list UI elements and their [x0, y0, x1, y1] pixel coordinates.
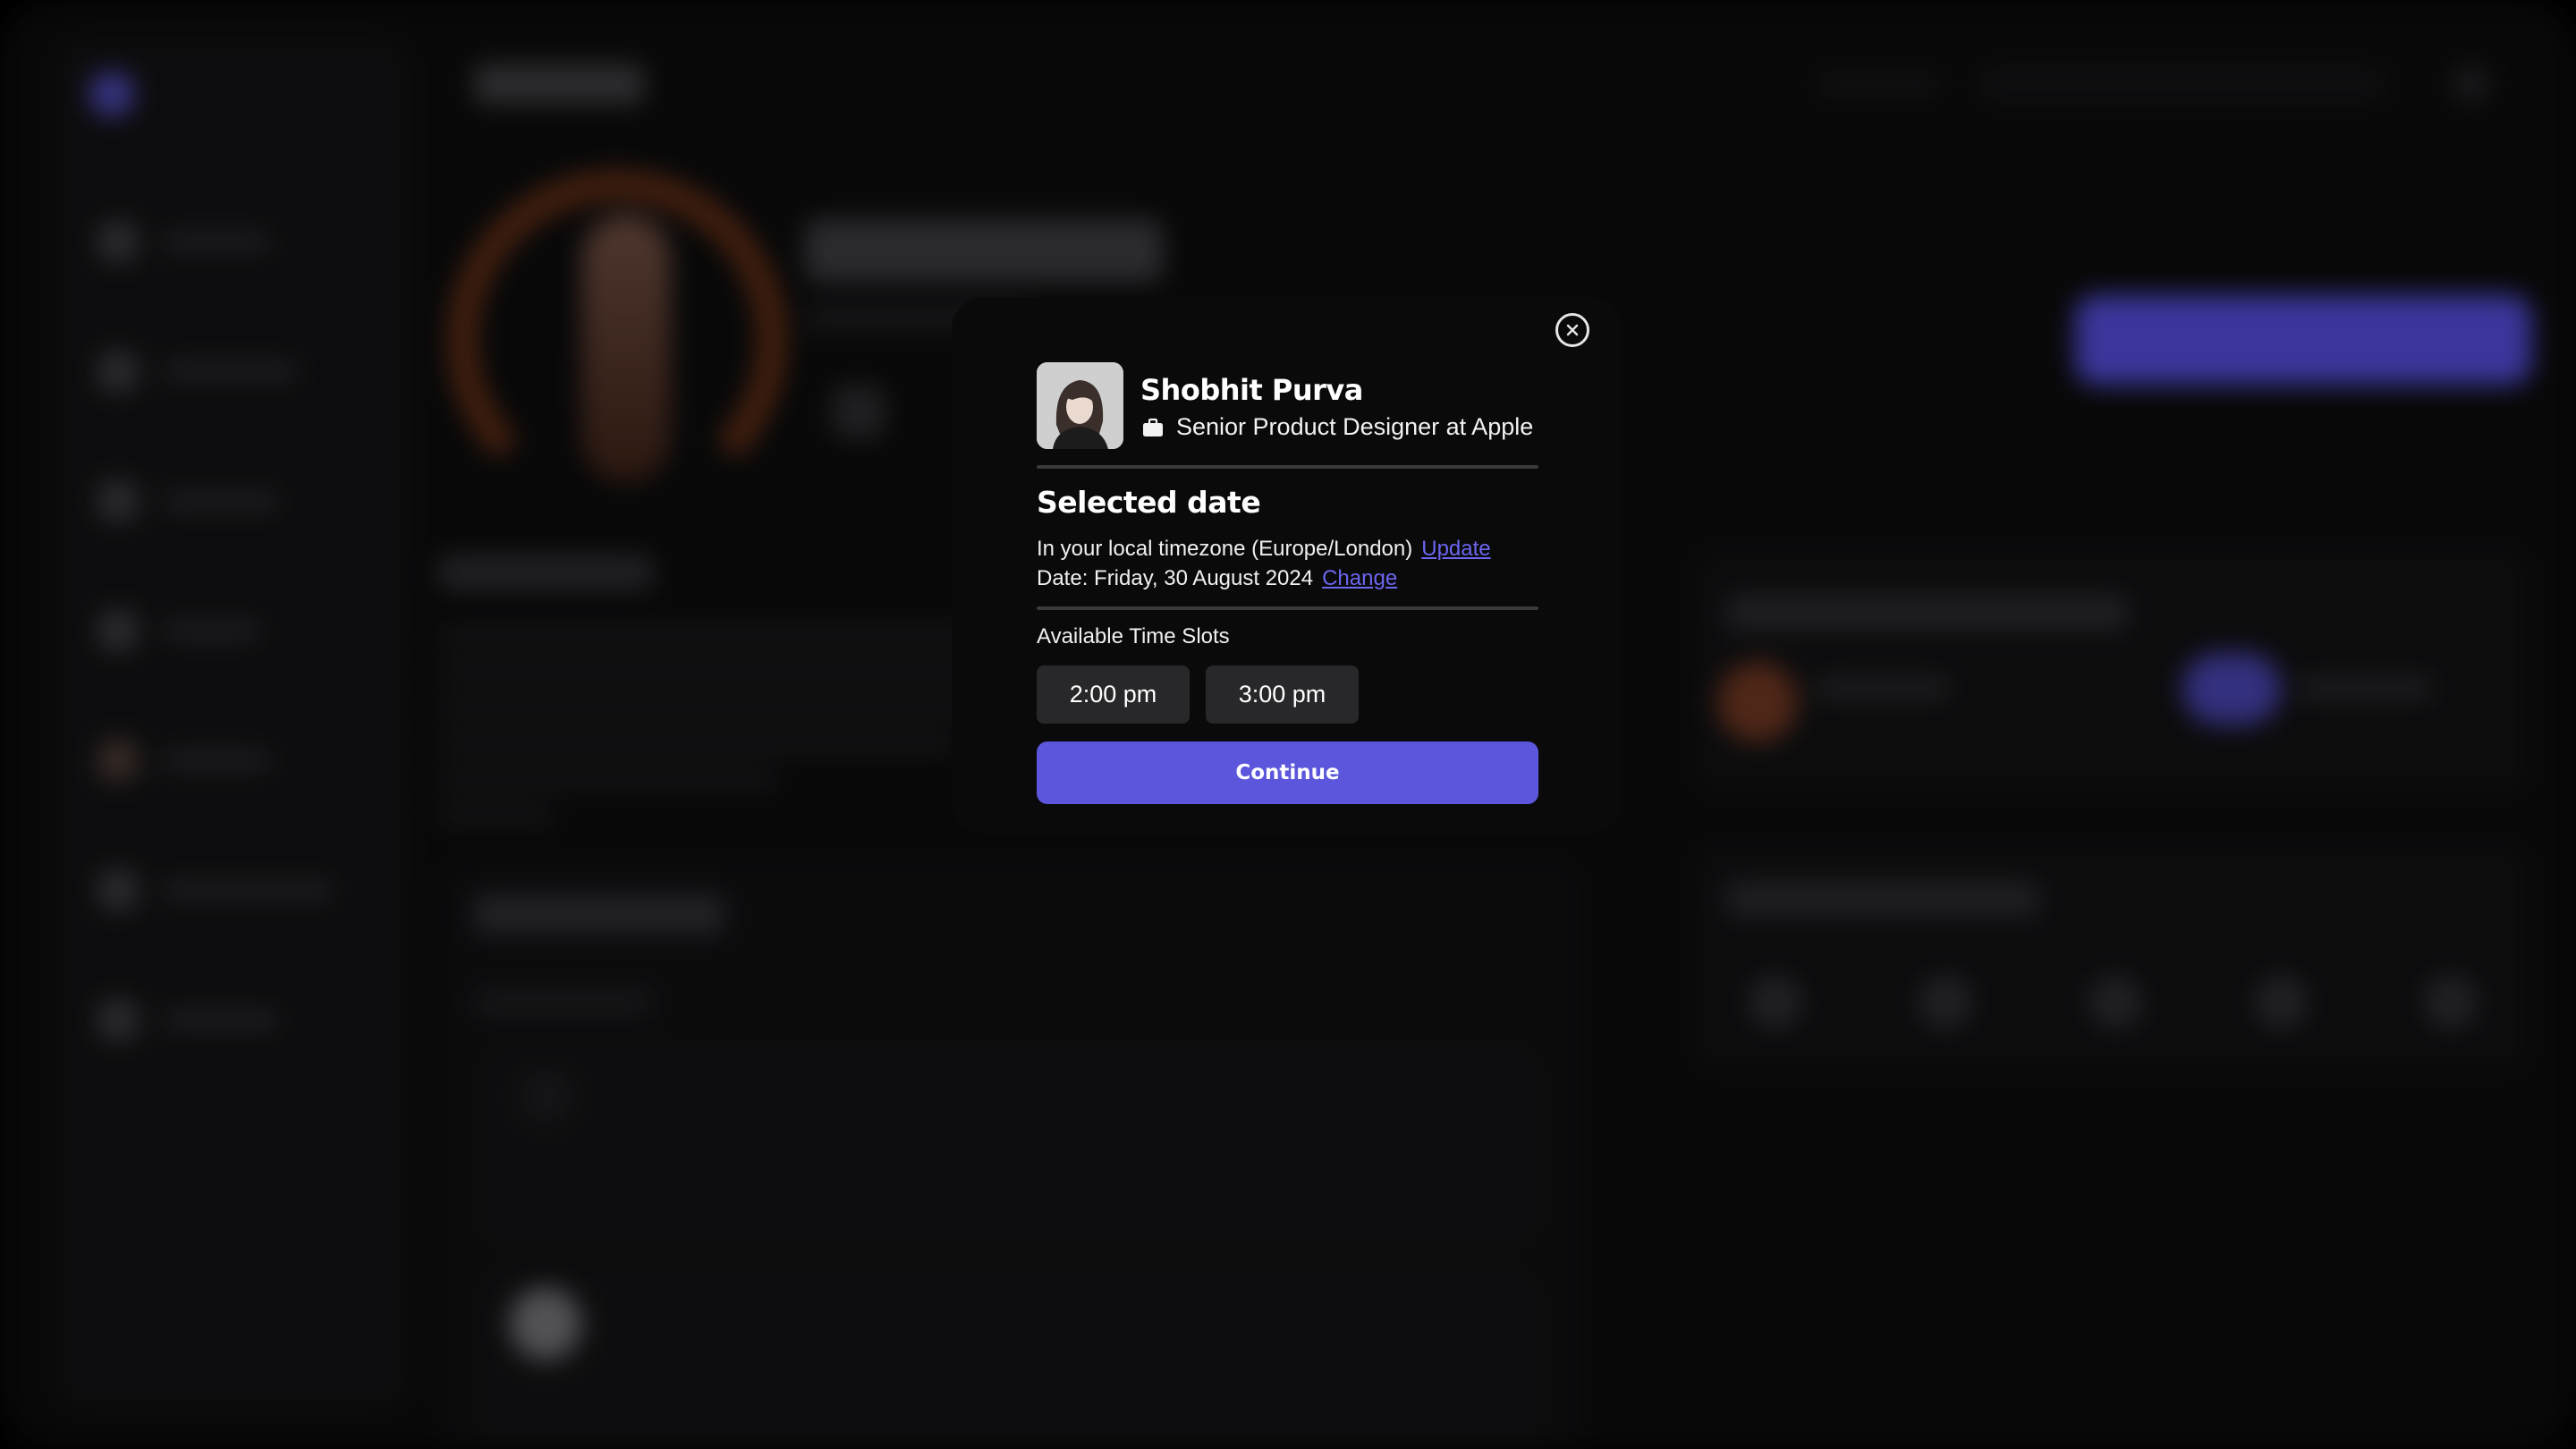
mentor-role-row: Senior Product Designer at Apple — [1142, 413, 1533, 441]
timezone-line: In your local timezone (Europe/London) Up… — [1037, 537, 1491, 562]
time-slots: 2:00 pm 3:00 pm — [1037, 665, 1359, 724]
avatar — [1037, 362, 1123, 449]
screen: Shobhit Purva Senior Product Designer at… — [0, 0, 2576, 1449]
mentor-name: Shobhit Purva — [1140, 373, 1363, 407]
close-icon — [1566, 324, 1579, 336]
time-slot-button[interactable]: 2:00 pm — [1037, 665, 1190, 724]
close-button[interactable] — [1555, 313, 1589, 347]
date-line: Date: Friday, 30 August 2024 Change — [1037, 566, 1397, 591]
briefcase-icon — [1143, 418, 1163, 436]
continue-button[interactable]: Continue — [1037, 741, 1538, 804]
mentor-profile: Shobhit Purva Senior Product Designer at… — [1037, 362, 1538, 452]
mentor-role: Senior Product Designer at Apple — [1176, 413, 1534, 440]
time-slot-button[interactable]: 3:00 pm — [1206, 665, 1359, 724]
change-date-link[interactable]: Change — [1322, 566, 1397, 590]
timezone-text: In your local timezone (Europe/London) — [1037, 537, 1413, 561]
update-timezone-link[interactable]: Update — [1421, 537, 1490, 561]
person-photo-icon — [1037, 362, 1123, 449]
selected-date-heading: Selected date — [1037, 485, 1261, 520]
date-text: Date: Friday, 30 August 2024 — [1037, 566, 1314, 590]
divider — [1037, 465, 1538, 469]
booking-modal: Shobhit Purva Senior Product Designer at… — [952, 297, 1623, 834]
divider — [1037, 606, 1538, 610]
time-slots-label: Available Time Slots — [1037, 624, 1230, 648]
